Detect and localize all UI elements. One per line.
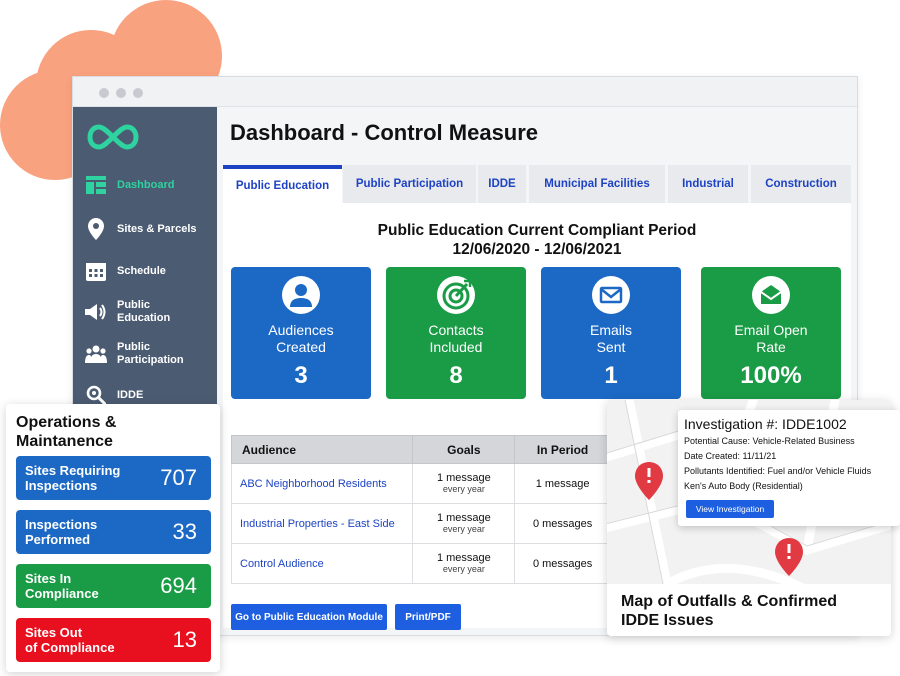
target-icon: [437, 276, 475, 314]
goal-frequency: every year: [442, 564, 485, 574]
ops-value: 707: [160, 465, 197, 490]
stat-label: Contacts Included: [428, 322, 484, 355]
tab-idde[interactable]: IDDE: [478, 165, 526, 203]
ops-label: Sites Requiring Inspections: [25, 463, 121, 493]
goal-frequency: every year: [442, 524, 485, 534]
stat-card-emails: Emails Sent 1: [541, 267, 681, 399]
ops-value: 13: [172, 627, 197, 652]
stat-card-audiences: Audiences Created 3: [231, 267, 371, 399]
page-title: Dashboard - Control Measure: [230, 120, 539, 145]
stat-label: Audiences Created: [268, 322, 334, 355]
window-dot-icon: [99, 88, 109, 98]
sidebar-item-public-participation[interactable]: Public Participation: [73, 339, 217, 369]
investigation-site: Ken's Auto Body (Residential): [684, 481, 803, 491]
sidebar-item-label: Public Participation: [117, 341, 184, 366]
period-heading: Public Education Current Compliant Perio…: [223, 221, 851, 259]
investigation-popup: Investigation #: IDDE1002 Potential Caus…: [678, 410, 900, 526]
sidebar-item-label: IDDE: [117, 388, 144, 401]
map-pin-icon: [85, 218, 107, 240]
table-row: Industrial Properties - East Side 1 mess…: [230, 503, 611, 544]
ops-item-sites-requiring-inspections[interactable]: Sites Requiring Inspections 707: [16, 456, 211, 500]
sidebar-item-schedule[interactable]: Schedule: [73, 259, 217, 283]
stat-card-open-rate: Email Open Rate 100%: [701, 267, 841, 399]
operations-title-line: Maintanence: [16, 433, 113, 450]
operations-title-line: Operations &: [16, 414, 117, 431]
goal-value: 1 message: [436, 472, 491, 484]
table-row: ABC Neighborhood Residents 1 message ever…: [230, 463, 611, 504]
ops-label: Sites Out of Compliance: [25, 625, 115, 655]
sidebar-item-label: Sites & Parcels: [117, 222, 197, 235]
goal-cell: 1 message every year: [412, 503, 516, 544]
audience-link[interactable]: ABC Neighborhood Residents: [230, 463, 414, 504]
stat-value: 8: [449, 362, 463, 389]
stat-label: Emails Sent: [589, 322, 632, 355]
period-title: Public Education Current Compliant Perio…: [377, 222, 697, 239]
open-mail-icon: [752, 276, 790, 314]
goal-cell: 1 message every year: [412, 543, 516, 584]
ops-value: 33: [172, 519, 197, 544]
view-investigation-button[interactable]: View Investigation: [686, 500, 774, 518]
print-pdf-button[interactable]: Print/PDF: [395, 604, 461, 630]
mail-icon: [592, 276, 630, 314]
audience-table: Audience Goals In Period ABC Neighborhoo…: [230, 435, 611, 584]
dashboard-grid-icon: [85, 174, 107, 196]
sidebar-item-dashboard[interactable]: Dashboard: [73, 173, 217, 197]
window-titlebar: [73, 77, 857, 107]
tab-construction[interactable]: Construction: [751, 165, 851, 203]
go-to-module-button[interactable]: Go to Public Education Module: [231, 604, 387, 630]
investigation-date: Date Created: 11/11/21: [684, 451, 777, 461]
ops-label: Sites In Compliance: [25, 571, 99, 601]
tab-public-participation[interactable]: Public Participation: [343, 165, 476, 203]
window-dot-icon: [133, 88, 143, 98]
investigation-cause: Potential Cause: Vehicle-Related Busines…: [684, 436, 855, 446]
goal-value: 1 message: [436, 512, 491, 524]
in-period-cell: 1 message: [514, 463, 611, 504]
audience-link[interactable]: Control Audience: [230, 543, 414, 584]
table-row: Control Audience 1 message every year 0 m…: [230, 543, 611, 584]
people-icon: [85, 343, 107, 365]
period-range: 12/06/2020 - 12/06/2021: [452, 241, 622, 258]
map-caption-line: IDDE Issues: [621, 612, 714, 629]
investigation-title: Investigation #: IDDE1002: [684, 416, 847, 432]
audience-link[interactable]: Industrial Properties - East Side: [230, 503, 414, 544]
tab-industrial[interactable]: Industrial: [668, 165, 748, 203]
in-period-cell: 0 messages: [514, 503, 611, 544]
search-icon: [85, 384, 107, 406]
ops-value: 694: [160, 573, 197, 598]
sidebar-item-label: Public Education: [117, 299, 171, 324]
megaphone-icon: [85, 301, 107, 323]
stat-value: 100%: [740, 362, 802, 389]
tab-public-education[interactable]: Public Education: [223, 165, 342, 203]
goal-frequency: every year: [442, 484, 485, 494]
calendar-icon: [85, 260, 107, 282]
infinity-logo-icon[interactable]: [83, 119, 143, 155]
window-dot-icon: [116, 88, 126, 98]
stat-label: Email Open Rate: [734, 322, 808, 355]
map-caption: Map of Outfalls & Confirmed IDDE Issues: [621, 592, 837, 630]
goal-value: 1 message: [436, 552, 491, 564]
sidebar-item-label: Dashboard: [117, 178, 175, 191]
investigation-pollutants: Pollutants Identified: Fuel and/or Vehic…: [684, 466, 872, 476]
in-period-cell: 0 messages: [514, 543, 611, 584]
sidebar-item-public-education[interactable]: Public Education: [73, 297, 217, 327]
stat-value: 3: [294, 362, 308, 389]
ops-item-sites-out-of-compliance[interactable]: Sites Out of Compliance 13: [16, 618, 211, 662]
sidebar-item-sites-parcels[interactable]: Sites & Parcels: [73, 217, 217, 241]
ops-item-inspections-performed[interactable]: Inspections Performed 33: [16, 510, 211, 554]
ops-item-sites-in-compliance[interactable]: Sites In Compliance 694: [16, 564, 211, 608]
stat-value: 1: [604, 362, 618, 389]
map-caption-line: Map of Outfalls & Confirmed: [621, 593, 837, 610]
tab-municipal-facilities[interactable]: Municipal Facilities: [529, 165, 665, 203]
ops-label: Inspections Performed: [25, 517, 98, 547]
operations-title: Operations & Maintanence: [16, 413, 116, 451]
user-icon: [282, 276, 320, 314]
operations-card: Operations & Maintanence Sites Requiring…: [6, 404, 220, 672]
table-header-row: Audience Goals In Period: [230, 435, 611, 464]
column-header-audience[interactable]: Audience: [230, 435, 414, 464]
stat-card-contacts: Contacts Included 8: [386, 267, 526, 399]
column-header-goals[interactable]: Goals: [412, 435, 516, 464]
column-header-in-period[interactable]: In Period: [514, 435, 611, 464]
goal-cell: 1 message every year: [412, 463, 516, 504]
sidebar-item-label: Schedule: [117, 264, 166, 277]
